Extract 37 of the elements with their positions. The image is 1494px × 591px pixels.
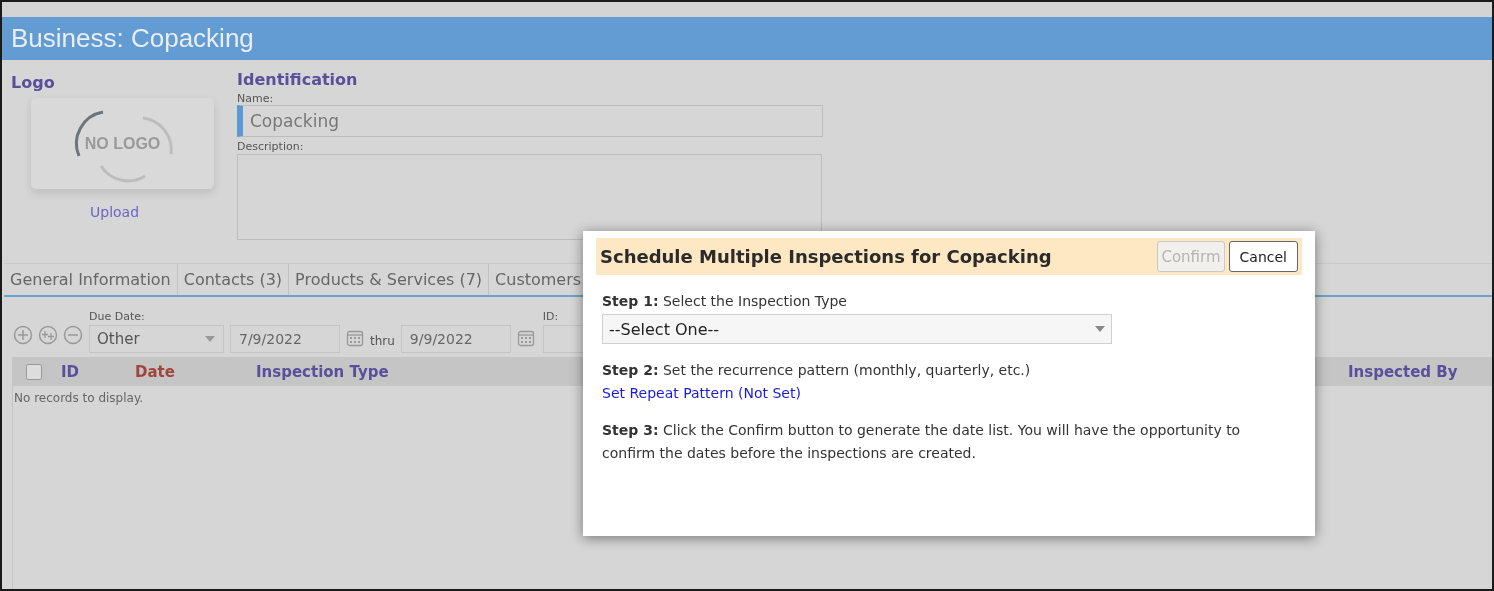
column-header[interactable]: ID bbox=[61, 362, 80, 381]
tab[interactable]: Contacts (3) bbox=[177, 264, 290, 295]
step-text: Step 1: Select the Inspection Type bbox=[602, 292, 848, 311]
page-title: Business: Copacking bbox=[11, 23, 254, 54]
tab[interactable]: General Information bbox=[4, 264, 178, 295]
calendar-icon[interactable] bbox=[516, 329, 535, 347]
to-date-field[interactable]: 9/9/2022 bbox=[400, 325, 511, 353]
select-all-checkbox[interactable] bbox=[26, 363, 42, 380]
from-date-field[interactable]: 7/9/2022 bbox=[230, 325, 340, 353]
repeat-pattern-link[interactable]: Set Repeat Pattern (Not Set) bbox=[602, 385, 801, 401]
identification-heading: Identification bbox=[237, 70, 359, 89]
cancel-button[interactable]: Cancel bbox=[1228, 241, 1298, 272]
upload-link[interactable]: Upload bbox=[90, 204, 237, 220]
inspection-type-select[interactable]: --Select One-- bbox=[602, 314, 1112, 344]
step-text: Step 3: Click the Confirm button to generate the date list. You will have the opportunity to confirm the dates before the inspections are created. bbox=[602, 421, 1242, 463]
logo-heading: Logo bbox=[11, 73, 56, 92]
add-icon[interactable] bbox=[13, 325, 33, 345]
column-header[interactable]: Date bbox=[135, 362, 175, 381]
dropdown-caret-icon bbox=[1095, 326, 1105, 332]
name-field[interactable]: Copacking bbox=[237, 105, 823, 137]
id-label: ID: bbox=[542, 310, 560, 323]
step-text: Step 2: Set the recurrence pattern (monthly, quarterly, etc.) bbox=[602, 361, 1032, 380]
empty-message: No records to display. bbox=[14, 391, 144, 405]
due-date-select[interactable]: Other bbox=[89, 325, 224, 353]
no-logo-text: NO LOGO bbox=[84, 134, 161, 153]
add-multiple-icon[interactable] bbox=[38, 325, 58, 345]
name-label: Name: bbox=[237, 92, 275, 105]
dropdown-caret-icon bbox=[205, 336, 215, 342]
calendar-icon[interactable] bbox=[346, 329, 364, 347]
tab[interactable]: Products & Services (7) bbox=[289, 264, 490, 295]
remove-icon[interactable] bbox=[63, 325, 83, 345]
column-header[interactable]: Inspection Type bbox=[256, 362, 389, 381]
dialog-title: Schedule Multiple Inspections for Copacking bbox=[600, 246, 1052, 267]
thru-label: thru bbox=[370, 334, 395, 348]
due-date-label: Due Date: bbox=[89, 310, 146, 323]
description-label: Description: bbox=[237, 140, 305, 153]
column-header[interactable]: Inspected By bbox=[1348, 362, 1458, 381]
